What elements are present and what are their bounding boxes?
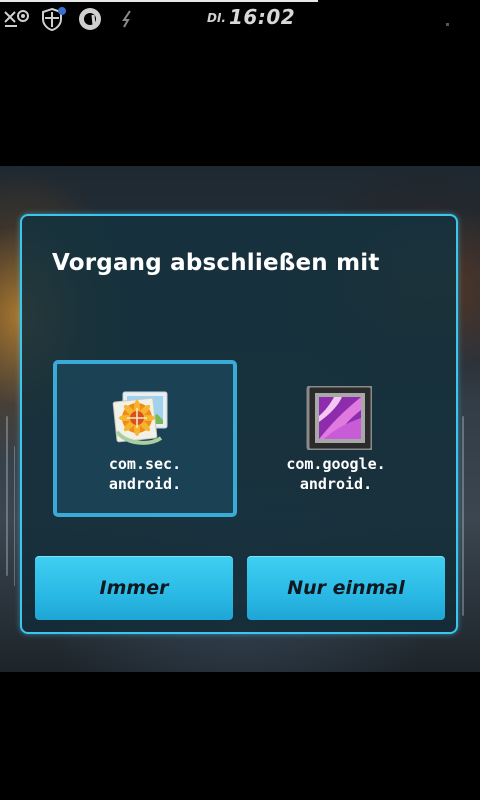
app-label: com.google. android. xyxy=(286,454,385,494)
just-once-button[interactable]: Nur einmal xyxy=(247,556,445,620)
status-bar: DI. 16:02 xyxy=(0,0,480,38)
app-option-com-sec-android[interactable]: com.sec. android. xyxy=(53,360,237,517)
app-label-line: com.google. xyxy=(286,455,386,473)
lightning-icon xyxy=(114,6,140,32)
wallpaper-branch xyxy=(14,446,15,586)
wallpaper-branch xyxy=(462,416,464,616)
circle-a-app-icon xyxy=(77,6,103,32)
app-label: com.sec. android. xyxy=(109,454,181,494)
status-day: DI. xyxy=(207,11,226,25)
shield-notification-icon xyxy=(41,6,67,32)
always-button[interactable]: Immer xyxy=(35,556,233,620)
mail-at-icon xyxy=(4,6,30,32)
app-option-com-google-android[interactable]: com.google. android. xyxy=(244,360,428,517)
screen: DI. 16:02 Vorgang abschließen mit com.se… xyxy=(0,0,480,800)
app-label-line: com.sec. xyxy=(108,455,182,473)
status-indicator-dot xyxy=(446,23,449,26)
gallery-sunflower-icon xyxy=(109,386,181,450)
status-time: 16:02 xyxy=(229,5,296,29)
dialog-title: Vorgang abschließen mit xyxy=(52,250,380,276)
app-label-line: android. xyxy=(108,475,182,493)
status-progress-line xyxy=(0,0,318,2)
app-label-line: android. xyxy=(299,475,373,493)
gallery-picture-frame-icon xyxy=(300,386,372,450)
wallpaper-branch xyxy=(6,416,8,576)
chooser-dialog: Vorgang abschließen mit com.sec. android… xyxy=(20,214,458,634)
